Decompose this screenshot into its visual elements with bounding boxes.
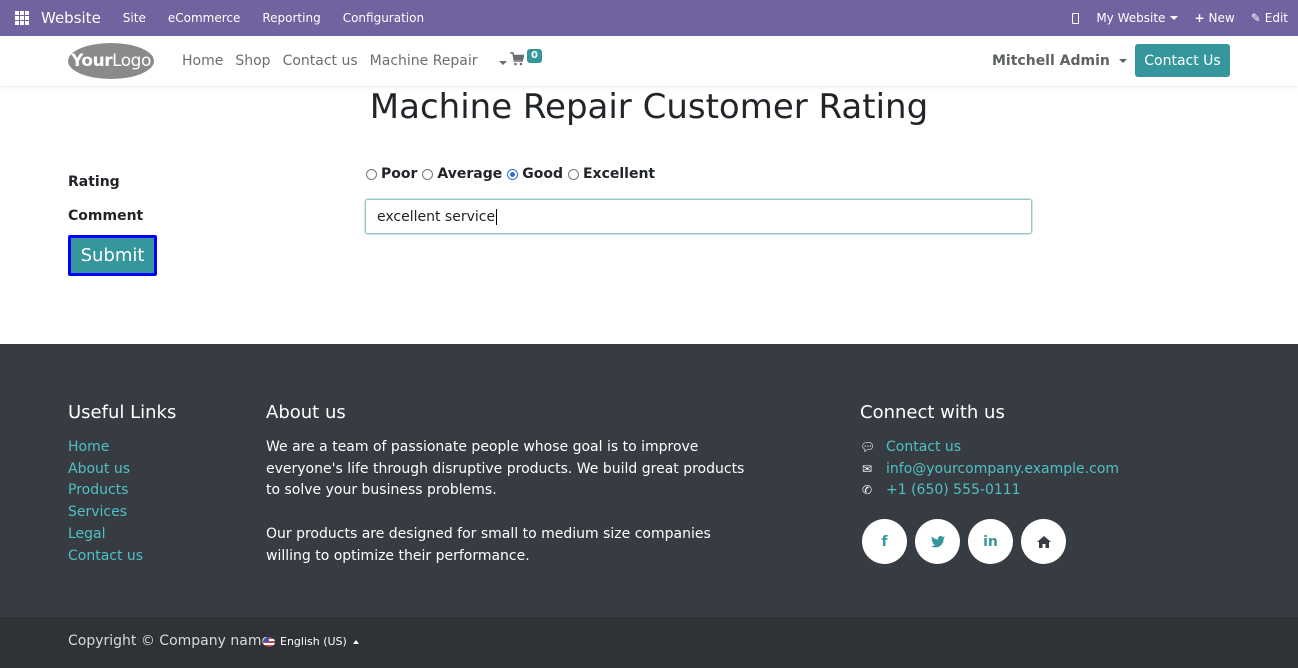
copyright-text: Copyright © Company name xyxy=(68,633,271,649)
admin-menu-configuration[interactable]: Configuration xyxy=(343,11,424,25)
rating-option-good[interactable]: Good xyxy=(506,166,563,182)
user-name: Mitchell Admin xyxy=(992,53,1110,69)
edit-label: Edit xyxy=(1264,11,1288,25)
footer-link-services[interactable]: Services xyxy=(68,502,143,524)
user-menu[interactable]: Mitchell Admin xyxy=(992,36,1127,86)
admin-menu-reporting[interactable]: Reporting xyxy=(262,11,320,25)
chevron-down-icon xyxy=(498,61,507,65)
connect-phone-link[interactable]: +1 (650) 555-0111 xyxy=(886,480,1021,502)
rating-option-label: Good xyxy=(522,166,563,182)
plus-icon: + xyxy=(1194,11,1205,25)
comment-label: Comment xyxy=(68,208,144,224)
admin-menu: Site eCommerce Reporting Configuration xyxy=(123,11,446,25)
nav-machine-repair[interactable]: Machine Repair xyxy=(370,53,519,69)
social-links: f in xyxy=(862,519,1074,564)
language-selector[interactable]: English (US) xyxy=(263,635,359,648)
chevron-down-icon xyxy=(1118,59,1127,63)
comment-input[interactable]: excellent service xyxy=(365,199,1032,234)
about-paragraph-1: We are a team of passionate people whose… xyxy=(266,439,745,499)
about-title: About us xyxy=(266,402,346,423)
useful-links-list: Home About us Products Services Legal Co… xyxy=(68,437,143,567)
admin-menu-site[interactable]: Site xyxy=(123,11,146,25)
website-selector[interactable]: My Website xyxy=(1096,11,1179,25)
facebook-icon[interactable]: f xyxy=(862,519,907,564)
us-flag-icon xyxy=(263,636,275,647)
nav-home[interactable]: Home xyxy=(182,53,223,69)
company-logo[interactable]: Your Logo xyxy=(68,43,154,79)
rating-label: Rating xyxy=(68,174,120,190)
connect-email-row[interactable]: ✉ info@yourcompany.example.com xyxy=(860,459,1119,481)
language-label: English (US) xyxy=(280,635,347,648)
rating-option-average[interactable]: Average xyxy=(421,166,502,182)
rating-option-label: Average xyxy=(437,166,503,182)
apps-grid-icon[interactable] xyxy=(15,11,29,25)
pencil-icon: ✎ xyxy=(1250,11,1261,25)
radio-excellent[interactable] xyxy=(567,168,579,180)
connect-title: Connect with us xyxy=(860,402,1005,423)
copyright-bar: Copyright © Company name English (US) xyxy=(0,617,1298,668)
page-title: Machine Repair Customer Rating xyxy=(369,87,929,127)
linkedin-icon[interactable]: in xyxy=(968,519,1013,564)
comment-icon: 💬︎ xyxy=(860,440,876,454)
admin-menu-ecommerce[interactable]: eCommerce xyxy=(168,11,241,25)
rating-option-label: Poor xyxy=(381,166,418,182)
comment-value: excellent service xyxy=(377,208,496,225)
new-button[interactable]: + New xyxy=(1194,11,1234,25)
footer-link-legal[interactable]: Legal xyxy=(68,524,143,546)
admin-brand[interactable]: Website xyxy=(41,9,101,27)
rating-radio-group: Poor Average Good Excellent xyxy=(365,166,659,182)
edit-button[interactable]: ✎ Edit xyxy=(1251,11,1288,25)
connect-list: 💬︎ Contact us ✉ info@yourcompany.example… xyxy=(860,437,1119,502)
submit-button[interactable]: Submit xyxy=(68,235,157,276)
footer-link-home[interactable]: Home xyxy=(68,437,143,459)
footer-link-products[interactable]: Products xyxy=(68,480,143,502)
cart-icon[interactable] xyxy=(510,52,524,66)
footer-link-about-us[interactable]: About us xyxy=(68,459,143,481)
connect-contact-link[interactable]: Contact us xyxy=(886,437,961,459)
footer: Useful Links Home About us Products Serv… xyxy=(0,344,1298,617)
useful-links-title: Useful Links xyxy=(68,402,177,423)
new-label: New xyxy=(1208,11,1235,25)
footer-link-contact-us[interactable]: Contact us xyxy=(68,546,143,568)
cart-count-badge: 0 xyxy=(527,49,542,63)
logo-text-bold: Your xyxy=(71,51,113,71)
about-text: We are a team of passionate people whose… xyxy=(266,437,746,589)
nav-contact-us[interactable]: Contact us xyxy=(283,53,358,69)
radio-average[interactable] xyxy=(422,168,434,180)
site-header: Your Logo Home Shop Contact us Machine Re… xyxy=(0,36,1298,86)
home-icon[interactable] xyxy=(1021,519,1066,564)
main-nav: Home Shop Contact us Machine Repair xyxy=(182,36,531,86)
nav-machine-repair-label: Machine Repair xyxy=(369,53,478,69)
radio-poor[interactable] xyxy=(366,168,377,180)
connect-contact-row[interactable]: 💬︎ Contact us xyxy=(860,437,1119,459)
connect-phone-row[interactable]: ✆ +1 (650) 555-0111 xyxy=(860,480,1119,502)
rating-option-poor[interactable]: Poor xyxy=(365,166,417,182)
rating-option-excellent[interactable]: Excellent xyxy=(567,166,655,182)
radio-good[interactable] xyxy=(507,168,519,180)
about-paragraph-2: Our products are designed for small to m… xyxy=(266,525,711,564)
text-cursor xyxy=(496,208,498,225)
website-selector-label: My Website xyxy=(1096,11,1166,25)
admin-bar: Website Site eCommerce Reporting Configu… xyxy=(0,0,1298,36)
chevron-up-icon xyxy=(352,639,359,644)
admin-right-tools: My Website + New ✎ Edit xyxy=(1072,0,1298,36)
rating-option-label: Excellent xyxy=(582,166,656,182)
phone-icon: ✆ xyxy=(861,483,873,498)
connect-email-link[interactable]: info@yourcompany.example.com xyxy=(886,459,1119,481)
nav-shop[interactable]: Shop xyxy=(235,53,270,69)
contact-us-button[interactable]: Contact Us xyxy=(1135,44,1230,77)
envelope-icon: ✉ xyxy=(861,461,873,476)
twitter-icon[interactable] xyxy=(915,519,960,564)
logo-text: Logo xyxy=(112,51,151,71)
mobile-preview-icon[interactable] xyxy=(1072,12,1080,24)
chevron-down-icon xyxy=(1170,16,1179,20)
